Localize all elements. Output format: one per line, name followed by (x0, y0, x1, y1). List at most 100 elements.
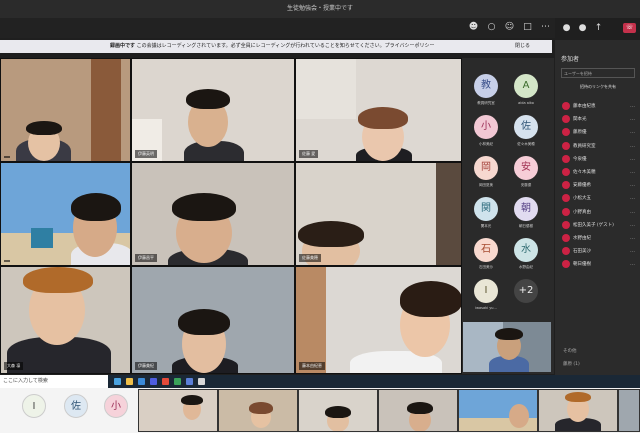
participant-row-name: 松田久美子 (ゲスト) (573, 222, 614, 228)
more-options-icon[interactable]: … (630, 261, 635, 267)
more-options-icon[interactable]: … (630, 169, 635, 175)
more-options-icon[interactable]: … (630, 235, 635, 241)
avatar-label: 安藤優 (520, 183, 532, 187)
call-controls: ● ● ↑ ☏ (555, 18, 640, 40)
participant-row[interactable]: 関本光… (559, 113, 637, 126)
participant-avatar[interactable]: 安 (514, 156, 538, 180)
participant-row[interactable]: 水野由紀… (559, 232, 637, 245)
avatar-label: 小林美紀 (479, 142, 493, 146)
participant-avatar[interactable]: 小 (474, 115, 498, 139)
camera-icon[interactable]: ● (561, 23, 572, 34)
more-options-icon[interactable]: … (630, 116, 635, 122)
participant-avatar-icon (562, 102, 570, 110)
video-tile[interactable]: 大森 凛 (0, 266, 131, 374)
taskbar-search[interactable]: ここに入力して検索 (0, 375, 108, 388)
teams-window: 生徒勉強会・授業中です ☻ ○ ☺ □ ⋯ 録画中です この会議はレコーディング… (0, 0, 640, 375)
participant-row-name: 藤原優 (573, 130, 587, 136)
more-options-icon[interactable]: … (630, 156, 635, 162)
rooms-icon[interactable]: □ (522, 22, 533, 33)
participant-avatar-icon (562, 115, 570, 124)
participant-avatar[interactable]: 石 (474, 238, 498, 262)
video-tile[interactable]: 佐藤 愛 (295, 58, 462, 162)
reactions-icon[interactable]: ☺ (504, 22, 515, 33)
more-options-icon[interactable]: … (630, 195, 635, 201)
app-icon[interactable] (162, 378, 169, 385)
participant-avatar[interactable]: 佐 (514, 115, 538, 139)
participant-name: 佐藤 愛 (299, 150, 319, 158)
participant-row[interactable]: 石田美沙… (559, 245, 637, 258)
app-icon[interactable] (186, 378, 193, 385)
mic-icon[interactable]: ● (577, 23, 588, 34)
participant-avatar[interactable]: 関 (474, 197, 498, 221)
participant-avatar-icon (562, 260, 570, 269)
gallery-strip: I佐小 (0, 388, 640, 433)
video-tile[interactable]: 伊藤美紀 (131, 266, 295, 374)
participant-row[interactable]: 安藤優希… (559, 179, 637, 192)
leave-call-button[interactable]: ☏ (623, 23, 636, 33)
more-icon[interactable]: ⋯ (540, 22, 551, 33)
taskview-icon[interactable] (114, 378, 121, 385)
strip-thumbnail[interactable] (298, 389, 378, 432)
participant-row[interactable]: 朝日優樹… (559, 258, 637, 271)
participant-row[interactable]: 松田久美子 (ゲスト) … (559, 219, 637, 232)
app-icon[interactable] (198, 378, 205, 385)
more-options-icon[interactable]: … (630, 222, 635, 228)
invite-input[interactable]: ユーザーを招待 (561, 68, 635, 78)
participant-row[interactable]: 藤原優 … (559, 126, 637, 139)
taskbar: ここに入力して検索 (0, 375, 640, 388)
participant-row[interactable]: 藤本由紀恵 … (559, 100, 637, 113)
folder-icon[interactable] (126, 378, 133, 385)
share-screen-icon[interactable]: ↑ (593, 23, 604, 34)
recording-warning: 録画中です (110, 43, 136, 49)
strip-thumbnail[interactable] (618, 389, 640, 432)
participant-name (4, 156, 10, 158)
teams-icon[interactable] (150, 378, 157, 385)
participant-row-name: 藤本由紀恵 (573, 104, 596, 109)
video-tile[interactable]: 伊藤英明 (131, 58, 295, 162)
video-tile[interactable]: 伊藤昌平 (131, 162, 295, 266)
strip-thumbnail[interactable] (138, 389, 218, 432)
participant-row-name: 教員研究室 (573, 143, 596, 149)
participant-avatar[interactable]: 岡 (474, 156, 498, 180)
participant-avatar[interactable]: 水 (514, 238, 538, 262)
strip-avatar[interactable]: I (22, 394, 46, 418)
chat-icon[interactable]: ○ (486, 22, 497, 33)
strip-avatar[interactable]: 佐 (64, 394, 88, 418)
participant-row[interactable]: 教員研究室 … (559, 140, 637, 153)
window-title: 生徒勉強会・授業中です (0, 0, 640, 18)
more-options-icon[interactable]: … (630, 129, 635, 135)
edge-icon[interactable] (138, 378, 145, 385)
strip-avatar[interactable]: 小 (104, 394, 128, 418)
video-tile[interactable] (0, 162, 131, 266)
participant-avatar[interactable]: 朝 (514, 197, 538, 221)
strip-thumbnail[interactable] (218, 389, 298, 432)
video-tile[interactable] (0, 58, 131, 162)
strip-thumbnail[interactable] (378, 389, 458, 432)
more-options-icon[interactable]: … (630, 143, 635, 149)
self-view-thumbnail[interactable] (463, 322, 551, 372)
video-grid: 伊藤英明 佐藤 愛 伊藤昌平 佐藤美穂 大森 凛 伊藤美紀 藤本由紀恵 (0, 58, 462, 374)
strip-thumbnail[interactable] (458, 389, 538, 432)
participant-row[interactable]: 小野真由… (559, 206, 637, 219)
video-tile[interactable]: 藤本由紀恵 (295, 266, 462, 374)
more-options-icon[interactable]: … (630, 182, 635, 188)
participant-avatar[interactable]: I (474, 279, 498, 303)
video-tile[interactable]: 佐藤美穂 (295, 162, 462, 266)
participant-avatar-icon (562, 220, 570, 229)
participant-avatar-icon (562, 154, 570, 163)
participant-row[interactable]: 今泉優… (559, 153, 637, 166)
participant-avatar[interactable]: 教 (474, 74, 498, 98)
more-options-icon[interactable]: … (630, 209, 635, 215)
more-options-icon[interactable]: … (630, 248, 635, 254)
people-icon[interactable]: ☻ (468, 22, 479, 33)
participant-avatar[interactable]: A (514, 74, 538, 98)
dismiss-banner-button[interactable]: 閉じる (515, 40, 530, 53)
more-options-icon[interactable]: … (630, 103, 635, 109)
app-icon[interactable] (174, 378, 181, 385)
share-invite-button[interactable]: 招待のリンクを共有 (561, 82, 635, 92)
participant-row[interactable]: 小松大五… (559, 192, 637, 205)
participants-pane: ● ● ↑ ☏ 参加者 ユーザーを招待 招待のリンクを共有 藤本由紀恵 … 関本光 …… (555, 18, 640, 375)
participant-row[interactable]: 佐々木美穂… (559, 166, 637, 179)
strip-thumbnail[interactable] (538, 389, 618, 432)
participant-avatar[interactable]: +2 (514, 279, 538, 303)
